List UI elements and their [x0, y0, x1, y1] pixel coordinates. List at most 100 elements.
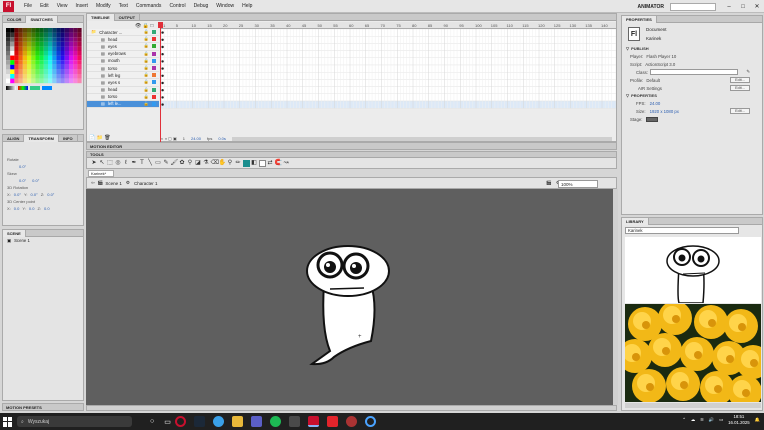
timeline-layer-row[interactable]: ▤ mouth 🔒: [87, 57, 159, 65]
subselection-tool-icon[interactable]: ↖: [99, 160, 106, 167]
tab-timeline[interactable]: TIMELINE: [87, 13, 115, 21]
brush-tool-icon[interactable]: 🖌: [171, 160, 179, 167]
paint-bucket-tool-icon[interactable]: ◪: [195, 160, 202, 167]
close-icon[interactable]: ✕: [750, 3, 764, 10]
tab-align[interactable]: ALIGN: [3, 134, 25, 142]
workspace-switcher[interactable]: ANIMATOR: [638, 4, 664, 10]
timeline-layer-row[interactable]: ▤ left leg 🔒: [87, 72, 159, 80]
rotation3d-y[interactable]: 0.0°: [31, 192, 38, 197]
app2-icon[interactable]: [345, 416, 357, 427]
size-edit-button[interactable]: Edit...: [730, 108, 750, 114]
stage-horizontal-scrollbar[interactable]: [86, 405, 617, 411]
frame-rate[interactable]: 24.00: [191, 136, 201, 141]
layer-color-icon[interactable]: [152, 80, 156, 85]
snap-icon[interactable]: 🧲: [275, 160, 282, 167]
skew-horizontal[interactable]: 0.0°: [19, 178, 26, 183]
stage-area[interactable]: +: [86, 189, 613, 405]
layer-lock-icon[interactable]: 🔒: [144, 65, 149, 71]
volume-icon[interactable]: 🔊: [709, 417, 714, 423]
maximize-icon[interactable]: □: [736, 4, 750, 10]
battery-icon[interactable]: ▭: [719, 417, 723, 423]
swap-colors-icon[interactable]: ⇄: [267, 160, 274, 167]
menu-help[interactable]: Help: [238, 3, 256, 9]
gradient-swatches[interactable]: [6, 86, 82, 90]
air-edit-button[interactable]: Edit...: [730, 85, 750, 91]
onion-skin-icons[interactable]: ◐ ◑ ▢ ▣: [161, 136, 177, 141]
timeline-layer-row[interactable]: ▤ head 🔒: [87, 86, 159, 94]
layer-color-icon[interactable]: [152, 94, 156, 99]
timeline-layer-row[interactable]: ▤ eyes 🔒: [87, 43, 159, 51]
layer-lock-icon[interactable]: 🔒: [144, 43, 149, 49]
lasso-tool-icon[interactable]: ℓ: [123, 160, 130, 167]
layer-buttons[interactable]: 📄 📁 🗑: [89, 135, 111, 141]
tab-output[interactable]: OUTPUT: [115, 13, 141, 21]
layer-color-icon[interactable]: [152, 101, 156, 106]
layer-lock-icon[interactable]: 🔒: [144, 87, 149, 93]
steam-icon[interactable]: [193, 416, 205, 427]
line-tool-icon[interactable]: ╲: [147, 160, 154, 167]
motion-presets-panel[interactable]: MOTION PRESETS: [2, 403, 84, 411]
timeline-layer-row[interactable]: ▤ left le... 🔒: [87, 100, 159, 109]
widgets-icon[interactable]: ▭: [164, 418, 171, 426]
timeline-layer-row[interactable]: ▤ eyes s 🔒: [87, 79, 159, 87]
stage-vertical-scrollbar[interactable]: [613, 189, 618, 405]
motion-editor-panel[interactable]: MOTION EDITOR: [86, 142, 617, 150]
menu-commands[interactable]: Commands: [132, 3, 166, 9]
edge-icon[interactable]: [212, 416, 224, 427]
tab-transform[interactable]: TRANSFORM: [24, 134, 60, 142]
playhead[interactable]: [160, 22, 161, 146]
timeline-layer-row[interactable]: ▤ torso 🔒: [87, 64, 159, 73]
layer-lock-icon[interactable]: 🔒: [144, 72, 149, 78]
tray-chevron-icon[interactable]: ⌃: [682, 417, 686, 423]
zoom-tool-icon[interactable]: ⚲: [227, 160, 234, 167]
library-scrollbar[interactable]: [625, 403, 761, 408]
profile-edit-button[interactable]: Edit...: [730, 77, 750, 83]
layer-lock-icon[interactable]: 🔒: [144, 51, 149, 57]
frame-grid[interactable]: [161, 29, 616, 127]
layer-lock-icon[interactable]: 🔒: [144, 94, 149, 100]
3d-rotation-tool-icon[interactable]: ◎: [115, 160, 122, 167]
pencil-tool-icon[interactable]: ✎: [163, 160, 170, 167]
taskbar-search[interactable]: ⌕ Wyszukaj: [17, 416, 132, 427]
tab-swatches[interactable]: SWATCHES: [26, 15, 58, 23]
layer-color-icon[interactable]: [152, 30, 156, 35]
layer-color-icon[interactable]: [152, 87, 156, 92]
layer-lock-icon[interactable]: 🔒: [144, 36, 149, 42]
swatch-grid[interactable]: [6, 28, 82, 84]
smooth-icon[interactable]: ↝: [283, 160, 290, 167]
layer-color-icon[interactable]: [152, 51, 156, 56]
selection-tool-icon[interactable]: ➤: [91, 160, 98, 167]
help-search-input[interactable]: [670, 2, 716, 11]
flash-app-taskbar-icon[interactable]: [307, 416, 319, 427]
layer-color-icon[interactable]: [152, 58, 156, 63]
free-transform-tool-icon[interactable]: ⬚: [107, 160, 114, 167]
edit-scene-icon[interactable]: 🎬: [546, 180, 552, 186]
menu-file[interactable]: File: [20, 3, 36, 9]
app3-icon[interactable]: [364, 416, 376, 427]
fps-value[interactable]: 24.00: [650, 101, 661, 106]
center3d-z[interactable]: 0.0: [44, 206, 50, 211]
tab-info[interactable]: INFO: [59, 134, 78, 142]
file-explorer-icon[interactable]: [231, 416, 243, 427]
tab-color[interactable]: COLOR: [3, 15, 27, 23]
fill-color-swatch[interactable]: [258, 159, 266, 167]
menu-edit[interactable]: Edit: [36, 3, 53, 9]
breadcrumb-symbol[interactable]: Character 1: [134, 181, 158, 186]
layer-color-icon[interactable]: [152, 44, 156, 49]
rotation3d-z[interactable]: 0.0°: [47, 192, 54, 197]
fill-color-icon[interactable]: ◧: [251, 160, 258, 167]
back-arrow-icon[interactable]: ⇦: [91, 180, 95, 186]
menu-debug[interactable]: Debug: [190, 3, 213, 9]
center3d-x[interactable]: 0.0: [14, 206, 20, 211]
rotate-value[interactable]: 0.0°: [19, 164, 26, 169]
onedrive-icon[interactable]: ☁: [691, 417, 695, 423]
eraser-tool-icon[interactable]: ⌫: [211, 160, 219, 167]
publish-section-header[interactable]: ▽ PUBLISH: [622, 45, 762, 52]
opera-icon[interactable]: [174, 416, 186, 427]
stage-color-swatch[interactable]: [646, 116, 659, 122]
layer-lock-icon[interactable]: 🔒: [144, 79, 149, 85]
notifications-icon[interactable]: 🔔: [755, 417, 760, 423]
menu-modify[interactable]: Modify: [92, 3, 115, 9]
text-tool-icon[interactable]: T: [139, 160, 146, 167]
stroke-color-icon[interactable]: ✏: [235, 160, 242, 167]
